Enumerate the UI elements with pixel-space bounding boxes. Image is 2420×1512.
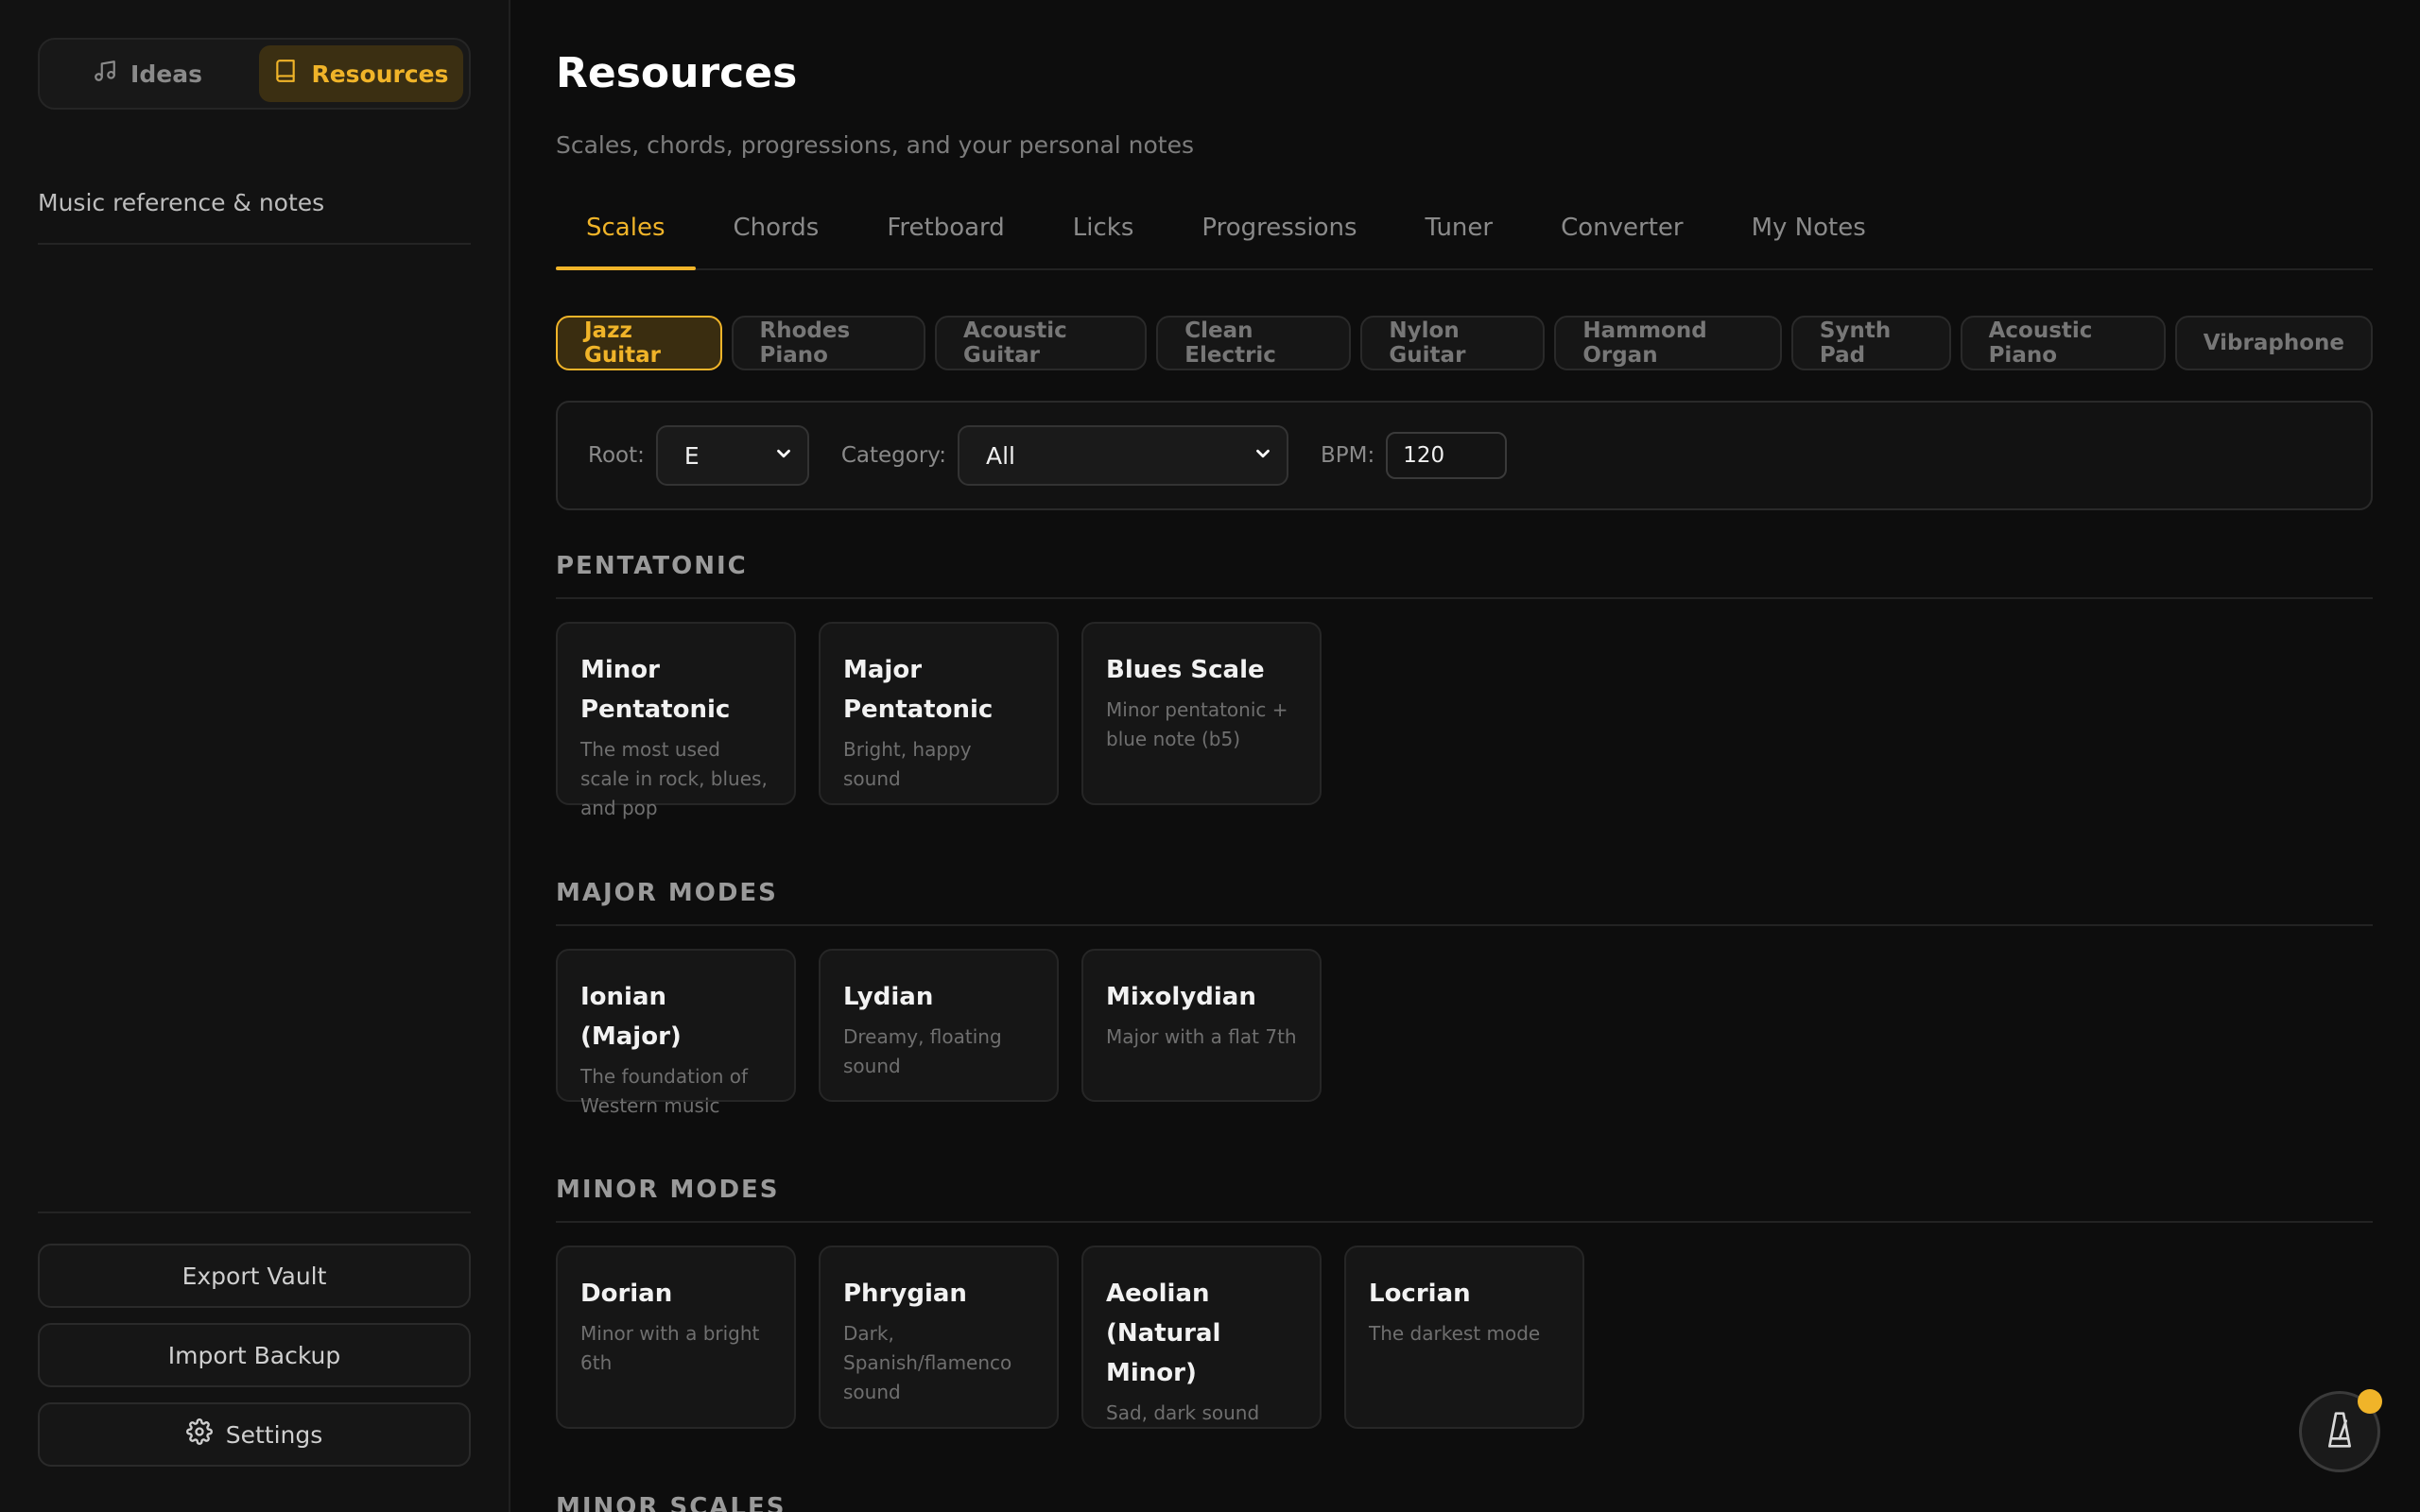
root-label: Root: xyxy=(588,443,645,468)
scale-card-title: Mixolydian xyxy=(1106,983,1256,1011)
tab-licks[interactable]: Licks xyxy=(1043,208,1165,268)
page-title: Resources xyxy=(556,49,798,97)
sidebar-actions: Export Vault Import Backup Settings xyxy=(38,1211,471,1482)
scale-card-title: Minor Pentatonic xyxy=(580,656,731,724)
scale-card-description: Bright, happy sound xyxy=(843,738,972,790)
music-note-icon xyxy=(93,59,117,89)
mode-ideas-label: Ideas xyxy=(130,60,202,88)
mode-resources-label: Resources xyxy=(311,60,449,88)
sidebar-subtitle: Music reference & notes xyxy=(38,189,471,245)
gear-icon xyxy=(185,1418,213,1451)
scale-card-title: Lydian xyxy=(843,983,934,1011)
filter-bar: Root: E Category: All BPM: xyxy=(556,401,2373,510)
scale-card[interactable]: Locrian The darkest mode xyxy=(1344,1246,1584,1429)
scale-card-description: The most used scale in rock, blues, and … xyxy=(580,738,768,819)
mode-ideas-button[interactable]: Ideas xyxy=(45,45,250,102)
instrument-rhodes-piano[interactable]: Rhodes Piano xyxy=(731,316,925,370)
tab-chords[interactable]: Chords xyxy=(703,208,850,268)
scale-card[interactable]: Major Pentatonic Bright, happy sound xyxy=(819,622,1059,805)
main-content: Resources Scales, chords, progressions, … xyxy=(510,0,2420,1512)
instrument-synth-pad[interactable]: Synth Pad xyxy=(1790,316,1951,370)
import-backup-button[interactable]: Import Backup xyxy=(38,1323,471,1387)
scale-card-title: Locrian xyxy=(1369,1280,1471,1308)
instrument-acoustic-piano[interactable]: Acoustic Piano xyxy=(1960,316,2166,370)
tab-converter[interactable]: Converter xyxy=(1530,208,1714,268)
scale-card-description: Sad, dark sound xyxy=(1106,1401,1260,1424)
instrument-hammond-organ[interactable]: Hammond Organ xyxy=(1554,316,1782,370)
scale-card-description: Minor pentatonic + blue note (b5) xyxy=(1106,698,1288,750)
major-modes-cards: Ionian (Major) The foundation of Western… xyxy=(556,949,2373,1117)
export-vault-button[interactable]: Export Vault xyxy=(38,1244,471,1308)
tab-my-notes[interactable]: My Notes xyxy=(1721,208,1896,268)
tab-scales[interactable]: Scales xyxy=(556,208,696,270)
section-heading-minor-scales: MINOR SCALES xyxy=(556,1493,2373,1512)
scale-card[interactable]: Ionian (Major) The foundation of Western… xyxy=(556,949,796,1117)
scale-card-description: Major with a flat 7th xyxy=(1106,1025,1297,1048)
scale-card[interactable]: Blues Scale Minor pentatonic + blue note… xyxy=(1081,622,1322,805)
app-root: Ideas Resources Music reference & notes … xyxy=(0,0,2420,1512)
scale-card[interactable]: Minor Pentatonic The most used scale in … xyxy=(556,622,796,819)
page-subtitle: Scales, chords, progressions, and your p… xyxy=(556,131,1195,159)
settings-label: Settings xyxy=(225,1420,323,1449)
book-icon xyxy=(273,59,298,89)
import-backup-label: Import Backup xyxy=(167,1341,341,1369)
instrument-vibraphone[interactable]: Vibraphone xyxy=(2174,316,2373,370)
metronome-icon xyxy=(2325,1411,2355,1452)
section-heading-pentatonic: PENTATONIC xyxy=(556,552,2373,599)
tab-fretboard[interactable]: Fretboard xyxy=(856,208,1034,268)
section-heading-minor-modes: MINOR MODES xyxy=(556,1176,2373,1223)
scale-card[interactable]: Phrygian Dark, Spanish/flamenco sound xyxy=(819,1246,1059,1429)
settings-button[interactable]: Settings xyxy=(38,1402,471,1467)
scale-card-title: Ionian (Major) xyxy=(580,983,682,1051)
sidebar: Ideas Resources Music reference & notes … xyxy=(0,0,510,1512)
scale-card[interactable]: Aeolian (Natural Minor) Sad, dark sound xyxy=(1081,1246,1322,1429)
tab-tuner[interactable]: Tuner xyxy=(1395,208,1524,268)
scale-card-title: Blues Scale xyxy=(1106,656,1265,684)
instrument-clean-electric[interactable]: Clean Electric xyxy=(1156,316,1352,370)
instrument-acoustic-guitar[interactable]: Acoustic Guitar xyxy=(935,316,1148,370)
chevron-down-icon xyxy=(773,442,794,470)
tab-progressions[interactable]: Progressions xyxy=(1171,208,1387,268)
scale-card-description: Dreamy, floating sound xyxy=(843,1025,1002,1077)
scale-card-description: Dark, Spanish/flamenco sound xyxy=(843,1322,1012,1403)
export-vault-label: Export Vault xyxy=(182,1262,327,1290)
root-select-value: E xyxy=(683,441,700,470)
bpm-label: BPM: xyxy=(1321,443,1375,468)
mode-switch: Ideas Resources xyxy=(38,38,471,110)
instrument-selector: Jazz Guitar Rhodes Piano Acoustic Guitar… xyxy=(556,316,2373,370)
category-select[interactable]: All xyxy=(958,425,1288,486)
scale-card[interactable]: Mixolydian Major with a flat 7th xyxy=(1081,949,1322,1102)
scale-card-description: Minor with a bright 6th xyxy=(580,1322,760,1374)
scale-card[interactable]: Dorian Minor with a bright 6th xyxy=(556,1246,796,1429)
pentatonic-cards: Minor Pentatonic The most used scale in … xyxy=(556,622,2373,819)
metronome-indicator-dot xyxy=(2358,1389,2382,1414)
section-heading-major-modes: MAJOR MODES xyxy=(556,879,2373,926)
minor-modes-cards: Dorian Minor with a bright 6th Phrygian … xyxy=(556,1246,2373,1429)
scale-card-title: Major Pentatonic xyxy=(843,656,994,724)
scale-card-title: Dorian xyxy=(580,1280,673,1308)
mode-resources-button[interactable]: Resources xyxy=(259,45,463,102)
scale-card-title: Phrygian xyxy=(843,1280,967,1308)
root-select[interactable]: E xyxy=(655,425,809,486)
chevron-down-icon xyxy=(1253,442,1273,470)
instrument-jazz-guitar[interactable]: Jazz Guitar xyxy=(556,316,722,370)
bpm-input[interactable] xyxy=(1386,432,1508,479)
category-select-value: All xyxy=(986,441,1015,470)
scale-card-title: Aeolian (Natural Minor) xyxy=(1106,1280,1221,1387)
resource-tabs: Scales Chords Fretboard Licks Progressio… xyxy=(556,208,2373,270)
scale-card-description: The darkest mode xyxy=(1369,1322,1541,1345)
instrument-nylon-guitar[interactable]: Nylon Guitar xyxy=(1360,316,1546,370)
scale-card-description: The foundation of Western music xyxy=(580,1065,749,1117)
category-label: Category: xyxy=(840,443,946,468)
scale-card[interactable]: Lydian Dreamy, floating sound xyxy=(819,949,1059,1102)
